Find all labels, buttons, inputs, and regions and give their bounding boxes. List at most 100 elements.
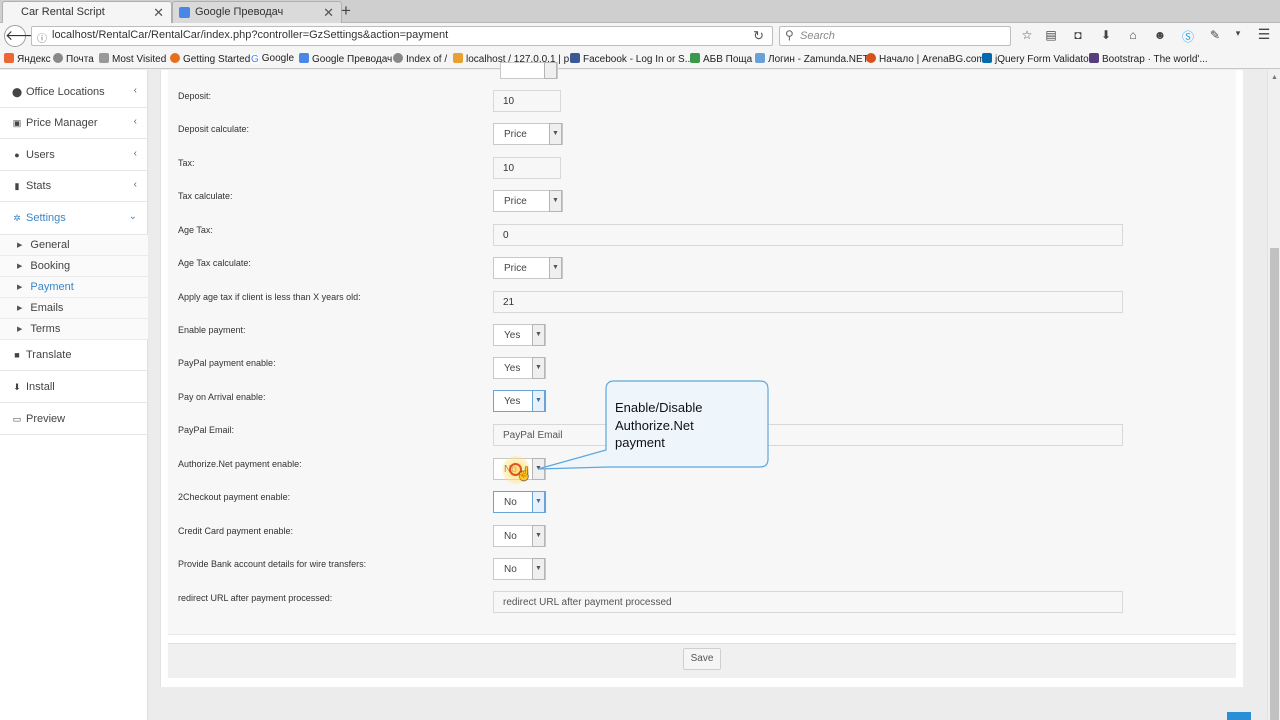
close-tab-icon[interactable]: ✕ (153, 5, 164, 21)
age-limit-input[interactable]: 21 (493, 291, 1123, 313)
sidebar-sub-booking[interactable]: ▶ Booking (0, 256, 148, 277)
sidebar-item-label: Office Locations (26, 86, 105, 98)
paypal-enable-select[interactable]: Yes ▼ (493, 357, 546, 379)
chevron-left-icon: ‹ (133, 179, 137, 190)
paypal-enable-label: PayPal payment enable: (178, 358, 276, 368)
deposit-calculate-label: Deposit calculate: (178, 124, 250, 134)
info-icon[interactable]: ⓘ (37, 30, 47, 45)
zamunda-icon (755, 53, 765, 63)
scrollbar-thumb[interactable] (1270, 248, 1279, 720)
chevron-down-icon: ⌄ (128, 211, 137, 222)
enable-payment-select[interactable]: Yes ▼ (493, 324, 546, 346)
extension-menu-icon[interactable]: ▾ (1230, 28, 1246, 39)
2checkout-select[interactable]: No ▼ (493, 491, 546, 513)
download-icon: ⬇ (13, 382, 21, 392)
sidebar-sub-emails[interactable]: ▶ Emails (0, 298, 148, 319)
currency-select[interactable] (500, 62, 558, 79)
tab-label: Google Преводач (195, 6, 284, 18)
age-tax-calculate-select[interactable]: Price ▼ (493, 257, 563, 279)
select-value: No (504, 531, 517, 542)
sidebar-sub-payment[interactable]: ▶ Payment (0, 277, 148, 298)
bookmark-item[interactable]: Яндекс (4, 53, 51, 65)
deposit-input[interactable]: 10 (493, 90, 561, 112)
sidebar-sub-general[interactable]: ▶ General (0, 235, 148, 256)
bookmark-item[interactable]: Index of / (393, 53, 447, 65)
hand-cursor-icon: ☝ (516, 466, 533, 481)
bookmark-item[interactable]: Most Visited (99, 53, 166, 65)
sidebar-item-translate[interactable]: ■ Translate (0, 340, 148, 371)
caret-right-icon: ▶ (17, 284, 23, 291)
pay-on-arrival-select[interactable]: Yes ▼ (493, 390, 546, 412)
bookmark-item[interactable]: Bootstrap · The world'... (1089, 53, 1208, 65)
reading-list-icon[interactable]: ▤ (1043, 28, 1059, 42)
tax-calculate-select[interactable]: Price ▼ (493, 190, 563, 212)
sidebar-item-office-locations[interactable]: ⬤ Office Locations ‹ (0, 77, 148, 108)
tab-car-rental[interactable]: Car Rental Script ✕ (2, 1, 172, 23)
bookmark-item[interactable]: G Google (251, 53, 294, 65)
save-button[interactable]: Save (683, 648, 721, 670)
bookmark-item[interactable]: Начало | ArenaBG.com (866, 53, 985, 65)
search-icon: ⚲ (785, 28, 794, 42)
bookmark-item[interactable]: Getting Started (170, 53, 250, 65)
select-value: No (504, 497, 517, 508)
bookmark-item[interactable]: Логин - Zamunda.NET (755, 53, 869, 65)
sidebar-item-preview[interactable]: ▭ Preview (0, 404, 148, 435)
enable-payment-label: Enable payment: (178, 325, 246, 335)
age-tax-input[interactable]: 0 (493, 224, 1123, 246)
page-scrollbar[interactable]: ▲ (1267, 70, 1280, 720)
back-button[interactable]: 🡐 (4, 25, 43, 47)
tax-input[interactable]: 10 (493, 157, 561, 179)
address-bar[interactable]: ⓘ localhost/RentalCar/RentalCar/index.ph… (31, 26, 773, 46)
sidebar-item-settings[interactable]: ✲ Settings ⌄ (0, 203, 148, 235)
sidebar-sub-terms[interactable]: ▶ Terms (0, 319, 148, 340)
downloads-icon[interactable]: ⬇ (1098, 28, 1114, 42)
caret-right-icon: ▶ (17, 263, 23, 270)
extension-icon[interactable]: ✎ (1207, 28, 1223, 42)
select-value: No (504, 564, 517, 575)
sidebar-item-install[interactable]: ⬇ Install (0, 372, 148, 403)
callout-text: Enable/Disable Authorize.Net payment (615, 399, 755, 452)
chevron-down-icon: ▼ (549, 257, 562, 279)
paypal-email-input[interactable]: PayPal Email (493, 424, 1123, 446)
bookmark-item[interactable]: jQuery Form Validator (982, 53, 1092, 65)
bank-details-select[interactable]: No ▼ (493, 558, 546, 580)
search-placeholder: Search (800, 30, 835, 42)
callout-line: Enable/Disable (615, 400, 703, 415)
sidebar-item-label: Stats (26, 180, 52, 192)
phpmyadmin-icon (453, 53, 463, 63)
bookmark-item[interactable]: Google Преводач (299, 53, 392, 65)
chat-icon[interactable]: ☻ (1152, 28, 1168, 42)
redirect-url-label: redirect URL after payment processed: (178, 593, 333, 603)
tax-calculate-label: Tax calculate: (178, 191, 233, 201)
jquery-icon (982, 53, 992, 63)
bookmark-item[interactable]: АБВ Поща (690, 53, 752, 65)
authorize-net-label: Authorize.Net payment enable: (178, 459, 302, 469)
search-input[interactable]: ⚲ Search (779, 26, 1011, 46)
redirect-url-input[interactable]: redirect URL after payment processed (493, 591, 1123, 613)
hamburger-menu-icon[interactable]: ☰ (1256, 26, 1272, 43)
credit-card-select[interactable]: No ▼ (493, 525, 546, 547)
close-tab-icon[interactable]: ✕ (323, 5, 334, 21)
skype-icon[interactable]: Ⓢ (1180, 28, 1196, 45)
select-value: Yes (504, 363, 521, 374)
google-translate-favicon-icon (179, 7, 190, 18)
tab-google-translate[interactable]: Google Преводач ✕ (172, 1, 342, 23)
bookmark-item[interactable]: Facebook - Log In or S... (570, 53, 693, 65)
bookmark-star-icon[interactable]: ☆ (1019, 28, 1035, 42)
caret-right-icon: ▶ (17, 242, 23, 249)
pocket-icon[interactable]: ◘ (1070, 28, 1086, 42)
chevron-left-icon: ‹ (133, 148, 137, 159)
select-value: Price (504, 129, 527, 140)
tab-label: Car Rental Script (21, 6, 105, 18)
sidebar-item-users[interactable]: ● Users ‹ (0, 140, 148, 171)
deposit-calculate-select[interactable]: Price ▼ (493, 123, 563, 145)
sidebar-item-stats[interactable]: ▮ Stats ‹ (0, 171, 148, 202)
scroll-up-icon[interactable]: ▲ (1271, 74, 1278, 81)
gears-icon: ✲ (13, 213, 21, 223)
sidebar-item-label: Install (26, 381, 55, 393)
sidebar-item-price-manager[interactable]: ▣ Price Manager ‹ (0, 108, 148, 139)
bookmark-item[interactable]: Почта (53, 53, 94, 65)
home-icon[interactable]: ⌂ (1125, 28, 1141, 42)
new-tab-button[interactable]: + (337, 1, 355, 21)
reload-icon[interactable]: ↻ (753, 28, 764, 44)
